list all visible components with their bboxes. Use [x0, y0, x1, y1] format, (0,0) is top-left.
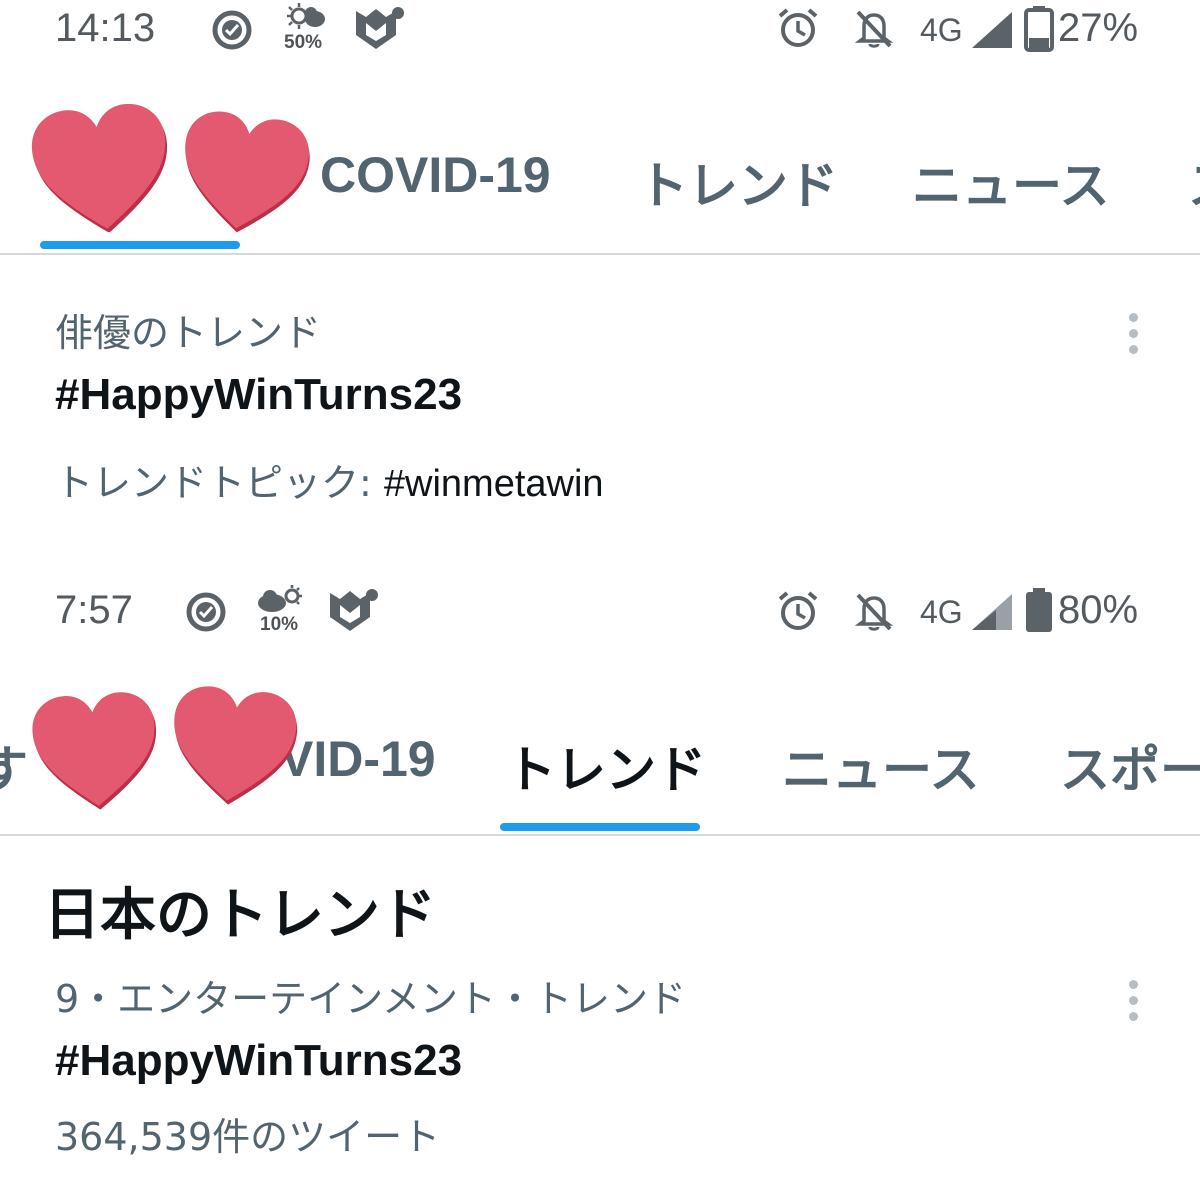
- trend-hashtag[interactable]: #HappyWinTurns23: [55, 370, 462, 420]
- notifications-off-icon: [854, 10, 894, 48]
- heart-sticker-icon: [32, 692, 156, 810]
- trend-category: 俳優のトレンド: [55, 311, 322, 355]
- battery-percent: 80%: [1058, 588, 1139, 632]
- check-circle-icon: [212, 10, 252, 50]
- alarm-icon: [778, 591, 818, 630]
- trend-topic-label: トレンドトピック:: [55, 461, 384, 505]
- network-type: 4G: [920, 594, 963, 630]
- signal-icon: [972, 12, 1012, 48]
- active-tab-indicator: [500, 823, 700, 831]
- trend-topic-tag[interactable]: #winmetawin: [384, 463, 604, 505]
- tab-trending[interactable]: トレンド: [506, 730, 706, 802]
- tab-news[interactable]: ニュース: [782, 730, 980, 802]
- tab-trending[interactable]: トレンド: [638, 146, 838, 218]
- section-title: 日本のトレンド: [44, 883, 436, 948]
- heart-sticker-icon: [31, 104, 167, 232]
- weather-percent: 50%: [284, 32, 323, 53]
- status-time: 14:13: [55, 6, 156, 50]
- heart-sticker-icon: [185, 111, 310, 233]
- tab-divider: [0, 253, 1200, 255]
- shield-app-icon: [356, 7, 404, 49]
- signal-icon: [972, 594, 1012, 630]
- alarm-icon: [778, 8, 818, 47]
- more-vertical-icon[interactable]: [1126, 313, 1140, 361]
- screenshot-collage: 14:13 50% 4G 27% COVID-19 トレンド ニュース 俳優のト…: [0, 0, 1200, 1200]
- notifications-off-icon: [854, 593, 894, 631]
- check-circle-icon: [186, 592, 226, 632]
- weather-percent: 10%: [260, 614, 299, 635]
- tab-covid[interactable]: COVID-19: [320, 146, 551, 204]
- trend-hashtag[interactable]: #HappyWinTurns23: [55, 1036, 462, 1086]
- shield-app-icon: [330, 589, 378, 631]
- active-tab-indicator: [40, 241, 240, 249]
- tab-recommended[interactable]: す: [0, 730, 28, 802]
- status-time: 7:57: [55, 588, 133, 632]
- battery-icon: [1024, 6, 1054, 52]
- more-vertical-icon[interactable]: [1126, 980, 1140, 1028]
- tab-divider: [0, 834, 1200, 836]
- trend-category: 9・エンターテインメント・トレンド: [55, 977, 687, 1021]
- weather-icon: [258, 585, 302, 612]
- weather-icon: [287, 3, 325, 29]
- heart-sticker-icon: [174, 686, 298, 805]
- battery-icon: [1026, 588, 1052, 632]
- tab-covid[interactable]: VID-19: [280, 730, 436, 788]
- tab-sports[interactable]: ス: [1188, 146, 1200, 218]
- battery-percent: 27%: [1058, 6, 1139, 50]
- tab-news[interactable]: ニュース: [912, 146, 1110, 218]
- tab-sports[interactable]: スポー: [1060, 730, 1200, 802]
- tweet-count: 364,539件のツイート: [55, 1115, 441, 1159]
- trend-topic: トレンドトピック: #winmetawin: [55, 452, 604, 507]
- network-type: 4G: [920, 12, 963, 48]
